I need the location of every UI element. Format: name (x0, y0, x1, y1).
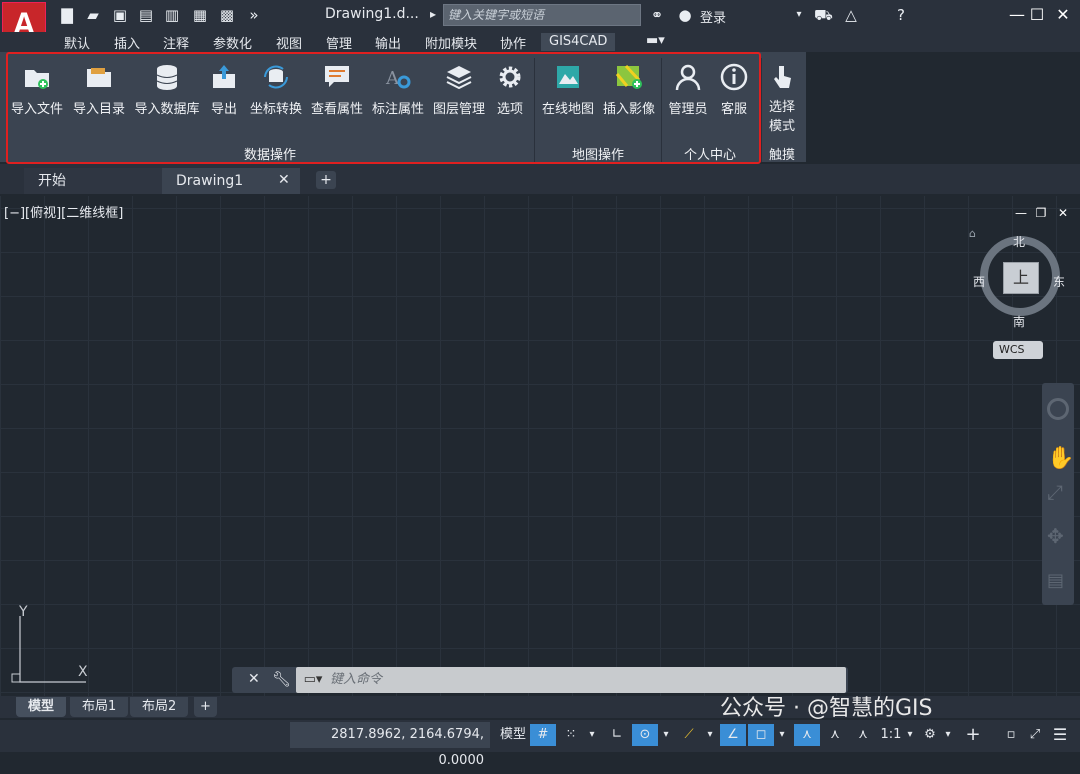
save-icon[interactable]: ▣ (111, 6, 129, 24)
wcs-dropdown[interactable]: WCS (993, 341, 1043, 359)
grid-toggle-icon[interactable]: # (530, 724, 556, 746)
auto-scale-icon[interactable]: ⋏ (822, 724, 848, 746)
add-layout-button[interactable]: + (194, 697, 217, 717)
orbit-icon[interactable]: ✥ (1047, 524, 1064, 548)
minimize-button[interactable]: — (1006, 4, 1028, 26)
osnap-dropdown-icon[interactable]: ▾ (776, 724, 788, 746)
axis-y-label: Y (19, 604, 28, 620)
object-snap-icon[interactable]: ◻ (748, 724, 774, 746)
tab-model[interactable]: 模型 (16, 697, 67, 717)
compass-east[interactable]: 东 (1053, 273, 1065, 290)
clean-screen-icon[interactable]: ▫ (1000, 724, 1022, 746)
save-as-icon[interactable]: ▤ (137, 6, 155, 24)
compass-north[interactable]: 北 (1013, 233, 1025, 250)
annotation-visibility-icon[interactable]: ⋏ (794, 724, 820, 746)
touch-hand-icon (774, 66, 791, 88)
snap-dropdown-icon[interactable]: ▾ (586, 724, 598, 746)
viewport-close-button[interactable]: ✕ (1052, 202, 1074, 224)
scale-selector[interactable]: 1:1 (878, 724, 904, 746)
login-dropdown-icon[interactable]: ▾ (790, 6, 808, 24)
tab-manage[interactable]: 管理 (326, 33, 352, 52)
tab-parametric[interactable]: 参数化 (213, 33, 252, 52)
tab-addins[interactable]: 附加模块 (425, 33, 477, 52)
export-icon[interactable]: ▦ (191, 6, 209, 24)
search-arrow-icon: ▸ (430, 7, 437, 21)
model-space-button[interactable]: 模型 (496, 724, 530, 746)
zoom-extents-icon[interactable]: ⤢ (1047, 480, 1063, 504)
annotation-monitor-icon[interactable]: + (960, 724, 986, 746)
search-input[interactable]: 键入关键字或短语 (443, 4, 641, 26)
wrench-icon[interactable]: 🔧︎ (272, 670, 291, 688)
customization-menu-icon[interactable]: ☰ (1048, 724, 1072, 746)
pan-hand-icon[interactable]: ✋ (1047, 446, 1074, 471)
compass-west[interactable]: 西 (973, 273, 985, 290)
close-command-icon[interactable]: ✕ (248, 671, 260, 687)
command-prompt-icon[interactable]: ▭▾ (296, 667, 330, 693)
iso-dropdown-icon[interactable]: ▾ (704, 724, 716, 746)
document-title: Drawing1.d... (325, 6, 419, 22)
tab-collaborate[interactable]: 协作 (500, 33, 526, 52)
tab-annotate[interactable]: 注释 (163, 33, 189, 52)
close-window-button[interactable]: ✕ (1052, 4, 1074, 26)
tab-insert[interactable]: 插入 (114, 33, 140, 52)
import-icon[interactable]: ▥ (163, 6, 181, 24)
tab-layout2[interactable]: 布局2 (130, 697, 189, 717)
tab-default[interactable]: 默认 (64, 33, 90, 52)
login-button[interactable]: 登录 (700, 7, 726, 26)
ortho-toggle-icon[interactable]: ∟ (604, 724, 630, 746)
showmotion-icon[interactable]: ▤ (1047, 570, 1064, 591)
touch-panel-title: 触摸 (768, 148, 795, 163)
tab-gis4cad[interactable]: GIS4CAD (541, 33, 616, 51)
tab-view[interactable]: 视图 (276, 33, 302, 52)
fullscreen-icon[interactable]: ⤢ (1024, 724, 1046, 746)
watermark: 公众号 · @智慧的GIS (720, 696, 933, 721)
snap-toggle-icon[interactable]: ⁙ (560, 724, 582, 746)
open-folder-icon[interactable]: ▰ (84, 6, 102, 24)
viewport-minimize-button[interactable]: — (1010, 202, 1032, 224)
polar-tracking-icon[interactable]: ⊙ (632, 724, 658, 746)
viewport-controls-label[interactable]: [−][俯视][二维线框] (4, 202, 123, 221)
menu-tabs-bar (0, 32, 1080, 52)
viewport-restore-button[interactable]: ❐ (1030, 202, 1052, 224)
share-icon[interactable]: △ (842, 6, 860, 24)
tab-start[interactable]: 开始 (24, 168, 162, 194)
highlight-box (6, 52, 761, 164)
scale-dropdown-icon[interactable]: ▾ (904, 724, 916, 746)
annotation-scale-icon[interactable]: ⋏ (850, 724, 876, 746)
tab-layout1[interactable]: 布局1 (70, 697, 129, 717)
workspace-gear-icon[interactable]: ⚙ (918, 724, 942, 746)
add-tab-button[interactable]: + (316, 171, 336, 189)
binoculars-icon[interactable]: ⚭ (648, 6, 666, 24)
isometric-icon[interactable]: ⟋ (676, 724, 702, 746)
viewcube-top-face[interactable]: 上 (1003, 262, 1039, 294)
cart-icon[interactable]: ⛟ (814, 6, 833, 24)
tab-output[interactable]: 输出 (375, 33, 401, 52)
user-icon: ● (678, 6, 692, 24)
workspace-dropdown-icon[interactable]: ▾ (942, 724, 954, 746)
polar-dropdown-icon[interactable]: ▾ (660, 724, 672, 746)
axis-x-label: X (78, 664, 88, 680)
steering-wheel-icon[interactable] (1047, 398, 1069, 420)
new-file-icon[interactable]: ▇ (58, 6, 76, 24)
home-icon[interactable]: ⌂ (969, 227, 976, 240)
compass-south[interactable]: 南 (1013, 313, 1025, 330)
more-icon[interactable]: » (245, 6, 263, 24)
object-snap-tracking-icon[interactable]: ∠ (720, 724, 746, 746)
maximize-button[interactable]: ☐ (1026, 4, 1048, 26)
help-icon[interactable]: ? (892, 6, 910, 24)
drawing-canvas[interactable] (0, 196, 1080, 696)
tab-overflow-icon[interactable]: ▬▾ (646, 33, 665, 48)
coordinates-readout[interactable]: 2817.8962, 2164.6794, 0.0000 (290, 722, 490, 768)
print-icon[interactable]: ▩ (218, 6, 236, 24)
select-mode-button[interactable]: 选择 模式 (764, 58, 800, 138)
close-tab-icon[interactable]: ✕ (278, 172, 290, 188)
